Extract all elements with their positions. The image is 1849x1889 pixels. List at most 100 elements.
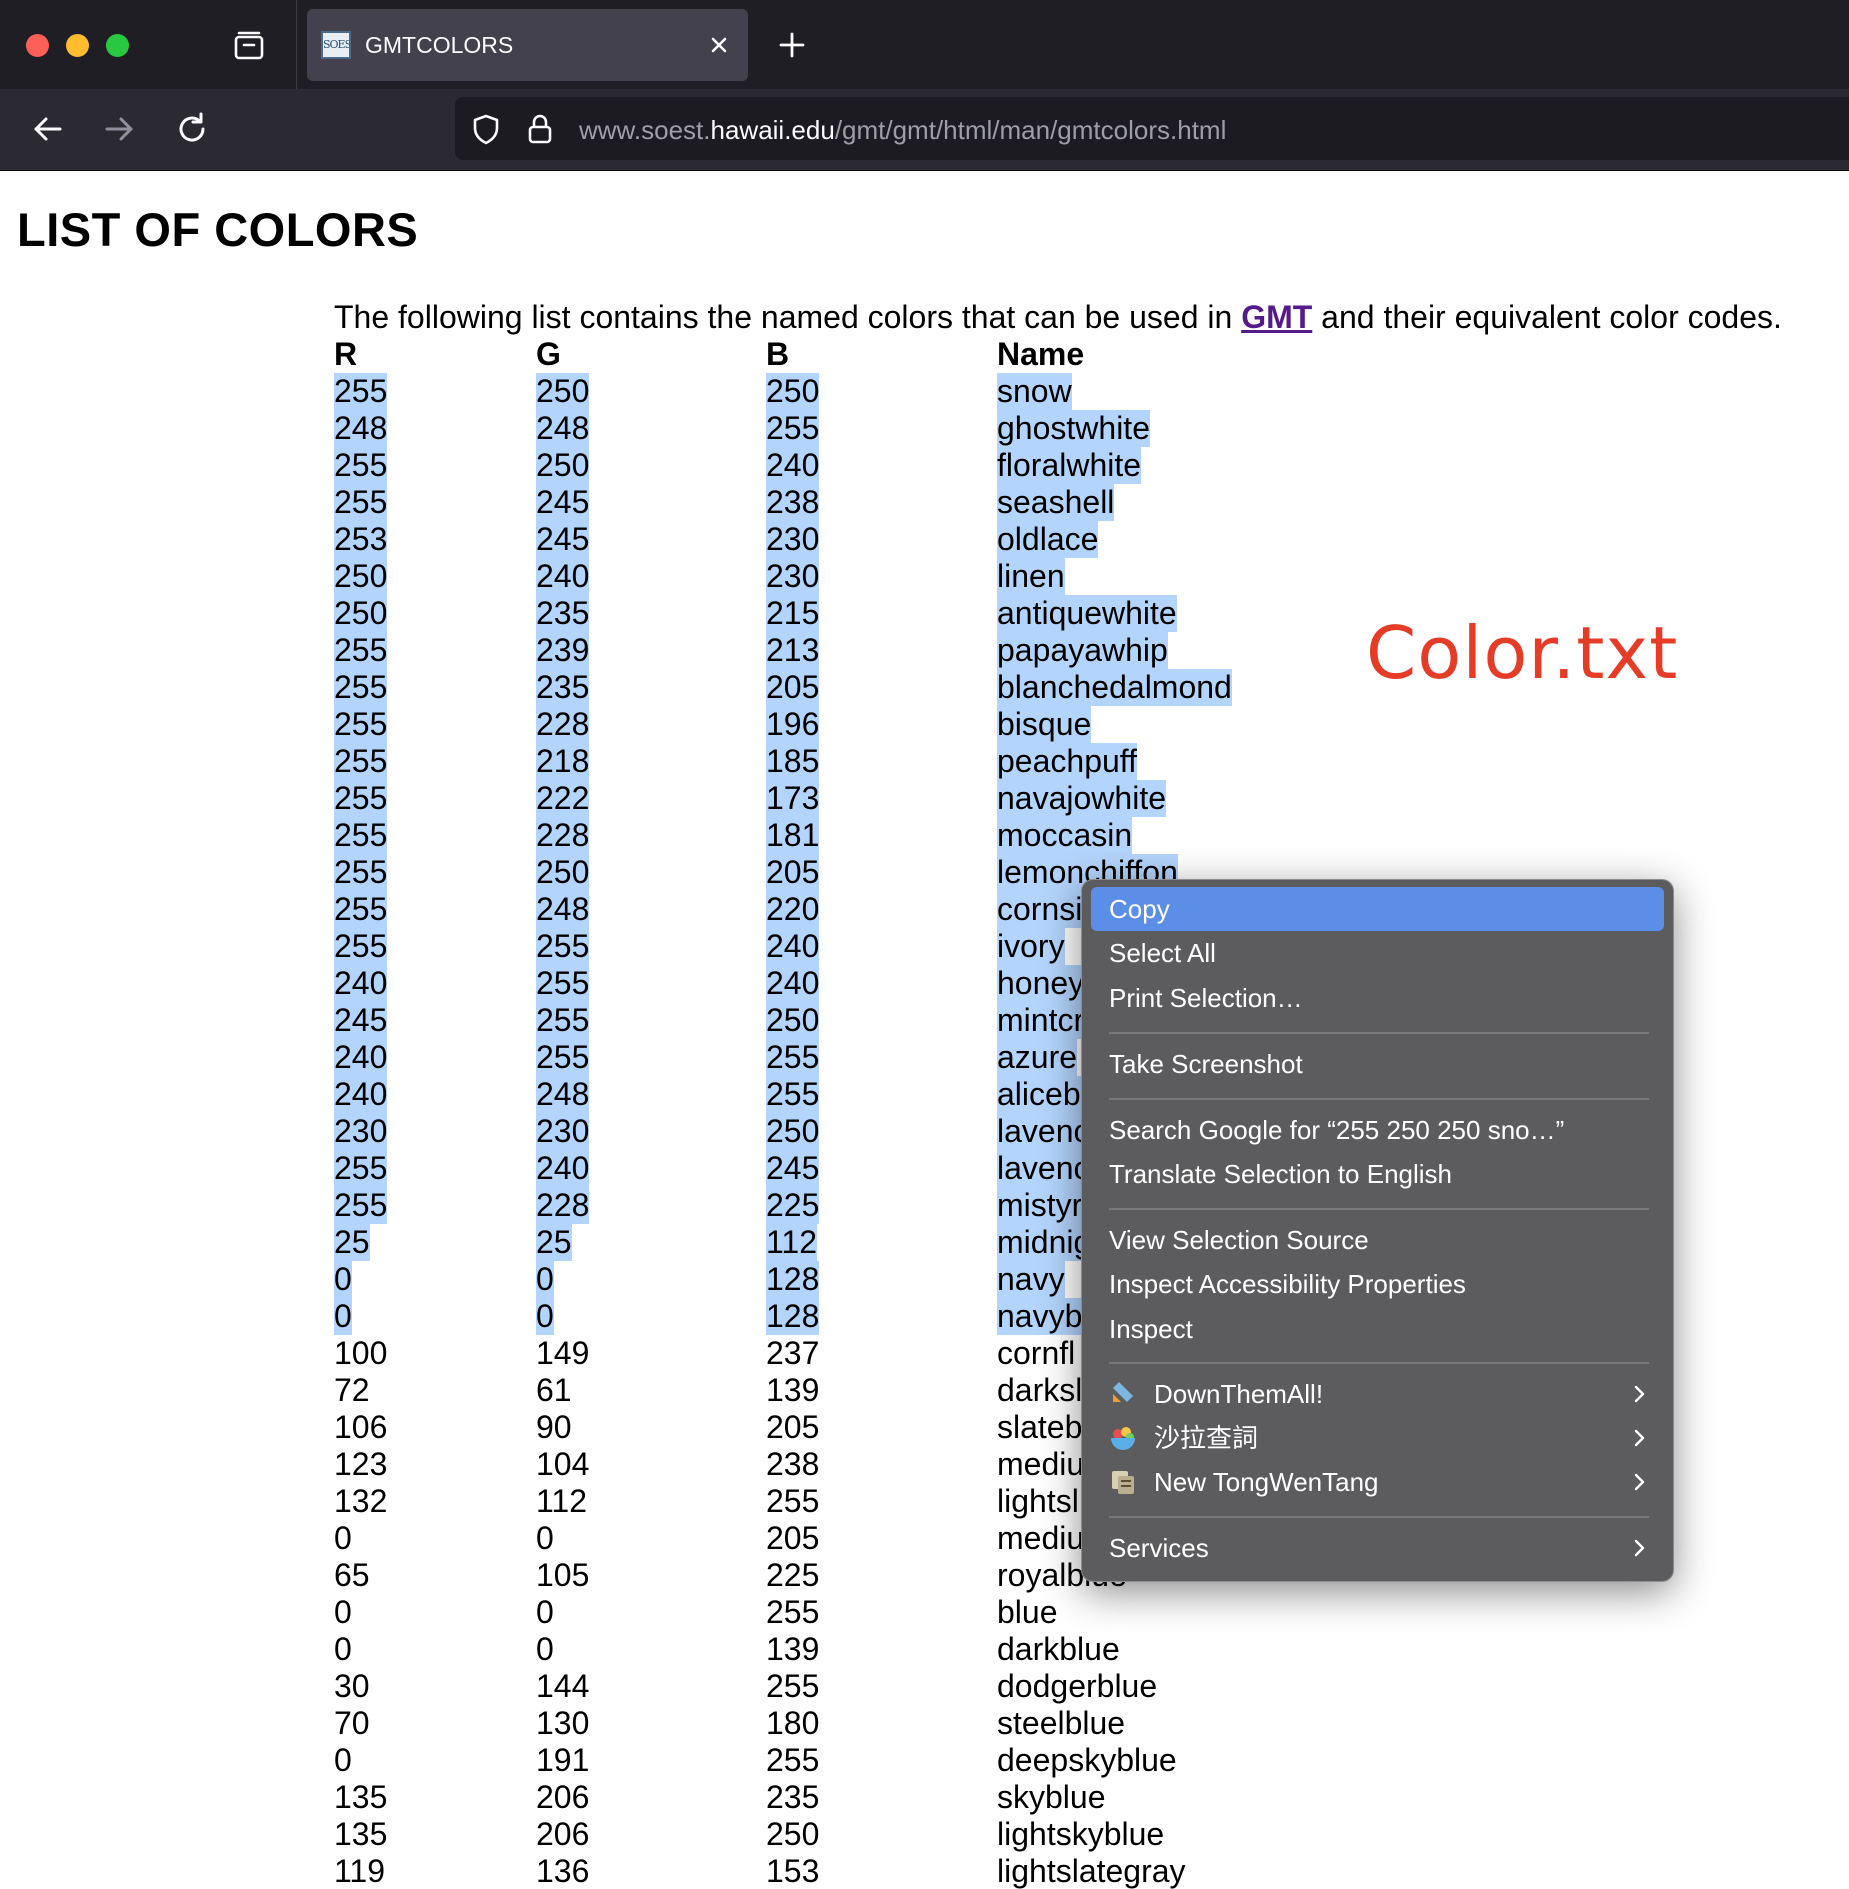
forward-button[interactable] [101,111,137,147]
cell-name: darkblue [997,1631,1120,1667]
cell-name: skyblue [997,1779,1106,1815]
navigation-toolbar: www.soest.hawaii.edu/gmt/gmt/html/man/gm… [0,89,1849,171]
cell-r: 250 [334,558,388,595]
address-bar[interactable]: www.soest.hawaii.edu/gmt/gmt/html/man/gm… [455,97,1849,160]
cell-g: 0 [536,1520,554,1556]
cell-b: 238 [766,1446,820,1482]
cell-b: 250 [766,373,820,410]
cell-name: cornfl [997,1335,1076,1371]
cell-b: 213 [766,632,820,669]
cell-r: 135 [334,1816,388,1852]
menu-item-salad-dict[interactable]: 沙拉查詞 [1091,1416,1664,1460]
cell-name: lightsl [997,1483,1079,1519]
cell-b: 225 [766,1557,820,1593]
cell-b: 255 [766,410,820,447]
menu-item-label: DownThemAll! [1154,1379,1324,1409]
zoom-window-button[interactable] [106,34,129,57]
tab-gmtcolors[interactable]: SOEST GMTCOLORS [307,9,748,81]
cell-r: 0 [334,1520,352,1556]
cell-name: ivory [997,928,1065,965]
cell-r: 240 [334,1076,388,1113]
menu-item-tongwentang[interactable]: New TongWenTang [1091,1460,1664,1504]
menu-item-downthemall[interactable]: DownThemAll! [1091,1372,1664,1416]
reload-button[interactable] [174,111,210,147]
menu-item-label: Translate Selection to English [1109,1159,1453,1189]
menu-item-label: 沙拉查詞 [1154,1423,1259,1453]
cell-g: 191 [536,1742,590,1778]
gmt-link[interactable]: GMT [1241,299,1312,335]
menu-item-label: Inspect Accessibility Properties [1109,1269,1466,1299]
tab-overview-button[interactable] [229,28,269,64]
cell-name: cornsi [997,891,1083,928]
cell-b: 230 [766,558,820,595]
site-info-button[interactable] [523,112,557,146]
chevron-right-icon [1634,1473,1645,1491]
cell-b: 112 [766,1224,818,1261]
page-title: LIST OF COLORS [17,203,419,256]
cell-g: 250 [536,854,590,891]
cell-name: blanchedalmond [997,669,1232,706]
minimize-window-button[interactable] [66,34,89,57]
cell-name: ghostwhite [997,410,1150,447]
cell-g: 228 [536,817,590,854]
cell-b: 255 [766,1039,820,1076]
cell-name: papayawhip [997,632,1168,669]
menu-item-copy[interactable]: Copy [1091,887,1664,931]
menu-item-label: Inspect [1109,1314,1193,1344]
cell-g: 245 [536,484,590,521]
menu-item-label: Copy [1109,894,1170,924]
menu-item-select-all[interactable]: Select All [1091,931,1664,975]
cell-g: 240 [536,1150,590,1187]
cell-r: 65 [334,1557,370,1593]
cell-b: 250 [766,1816,820,1852]
cell-g: 0 [536,1298,554,1335]
cell-g: 255 [536,1039,590,1076]
url-text[interactable]: www.soest.hawaii.edu/gmt/gmt/html/man/gm… [579,115,1226,146]
shield-icon [473,114,499,145]
cell-r: 240 [334,1039,388,1076]
menu-item-services[interactable]: Services [1091,1526,1664,1570]
cell-r: 255 [334,706,388,743]
cell-g: 239 [536,632,590,669]
menu-item-label: Search Google for “255 250 250 sno…” [1109,1115,1565,1145]
cell-g: 104 [536,1446,590,1482]
forward-arrow-icon [105,117,133,141]
chevron-right-icon [1634,1429,1645,1447]
cell-name: mediu [997,1520,1085,1556]
cell-r: 132 [334,1483,388,1519]
menu-item-translate[interactable]: Translate Selection to English [1091,1152,1664,1196]
tracking-protection-button[interactable] [469,112,503,146]
new-tab-button[interactable] [775,28,809,62]
menu-item-inspect[interactable]: Inspect [1091,1307,1664,1351]
menu-item-search-google[interactable]: Search Google for “255 250 250 sno…” [1091,1108,1664,1152]
menu-item-label: Select All [1109,938,1216,968]
cell-name: bisque [997,706,1092,743]
tab-close-button[interactable] [705,31,733,59]
menu-item-view-selection-source[interactable]: View Selection Source [1091,1218,1664,1262]
cell-name: mistyr [997,1187,1083,1224]
cell-b: 255 [766,1594,820,1630]
cell-name: slateb [997,1409,1083,1445]
cell-b: 196 [766,706,820,743]
back-button[interactable] [30,111,66,147]
cell-r: 245 [334,1002,388,1039]
cell-r: 255 [334,817,388,854]
close-window-button[interactable] [26,34,49,57]
cell-g: 250 [536,373,590,410]
cell-r: 255 [334,928,388,965]
intro-text-end: and their equivalent color codes. [1312,299,1782,335]
chevron-right-icon [1634,1385,1645,1403]
cell-g: 248 [536,1076,590,1113]
cell-g: 228 [536,1187,590,1224]
menu-item-inspect-accessibility[interactable]: Inspect Accessibility Properties [1091,1262,1664,1306]
reload-icon [179,112,205,142]
cell-g: 136 [536,1853,590,1889]
menu-item-take-screenshot[interactable]: Take Screenshot [1091,1042,1664,1086]
menu-item-print-selection[interactable]: Print Selection… [1091,976,1664,1020]
cell-r: 255 [334,1150,388,1187]
menu-item-label: Take Screenshot [1109,1049,1303,1079]
cell-b: 230 [766,521,820,558]
cell-b: 180 [766,1705,820,1741]
menu-separator [1109,1208,1649,1210]
cell-name: mintcr [997,1002,1085,1039]
